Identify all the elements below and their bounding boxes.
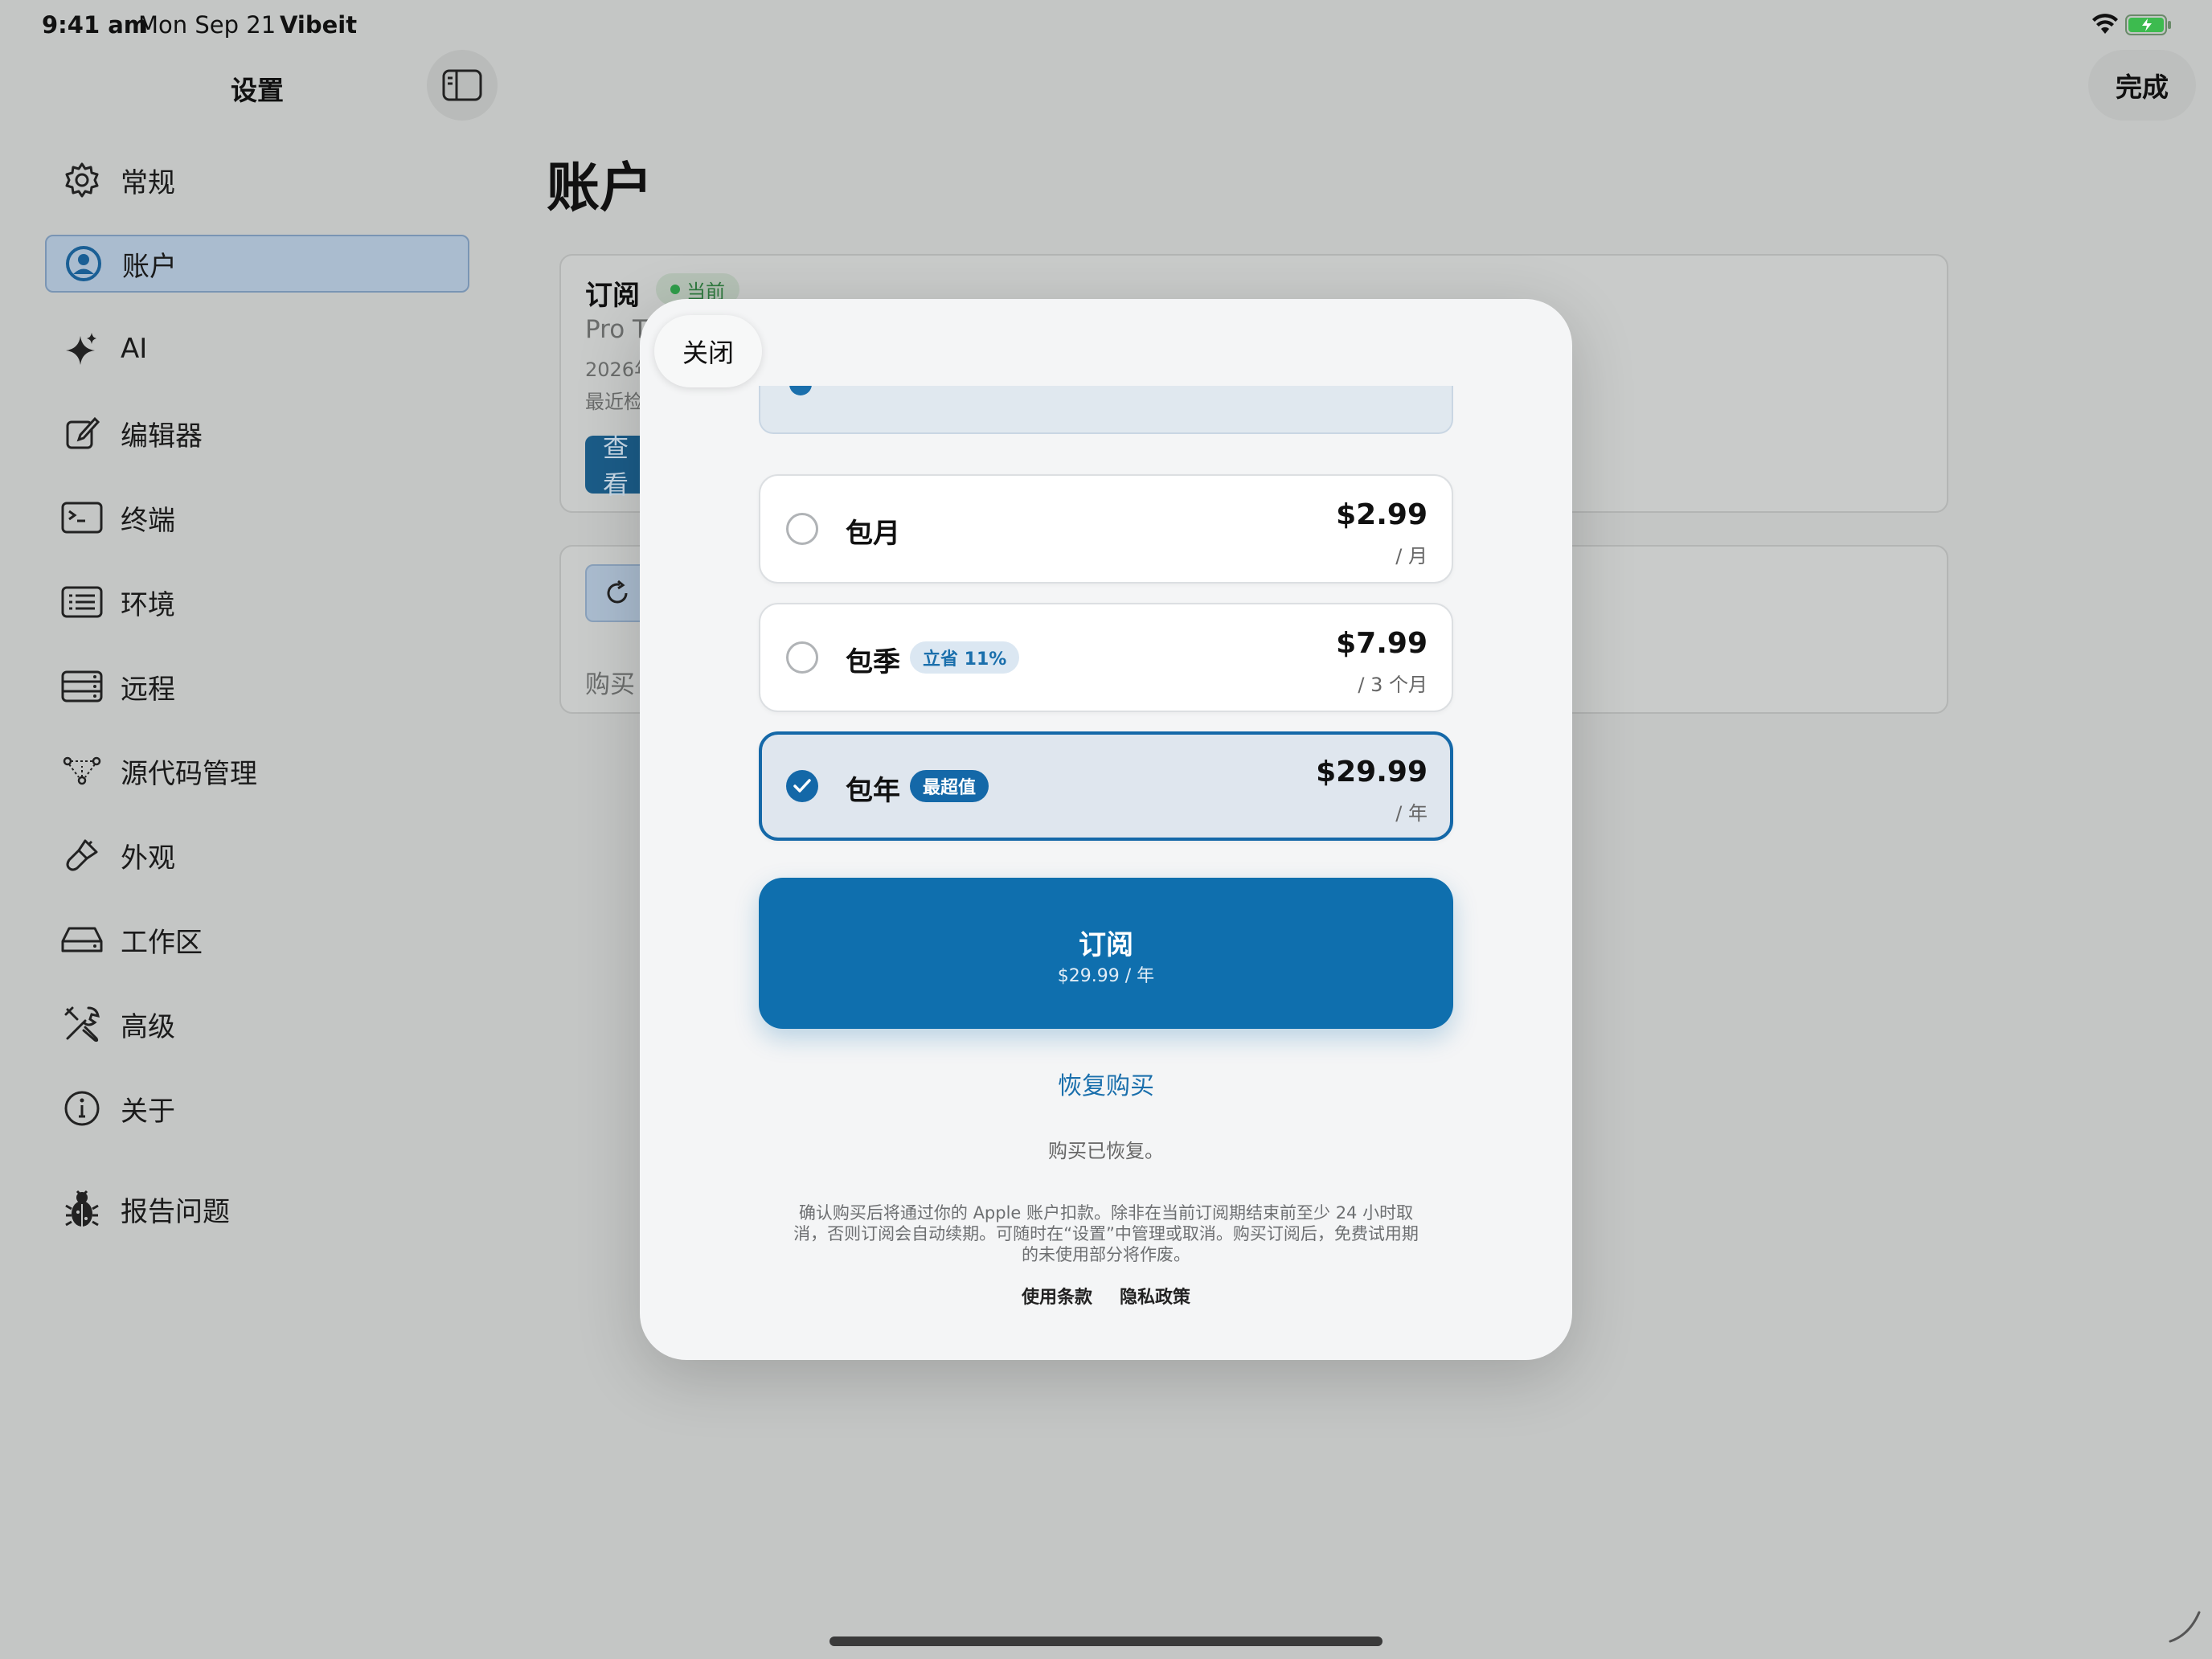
sidebar-item-terminal[interactable]: 终端 [45,489,469,547]
savings-badge: 立省 11% [910,641,1020,674]
page-title: 账户 [547,157,653,219]
sidebar-item-source-control[interactable]: 源代码管理 [45,742,469,800]
subscribe-button-price: $29.99 / 年 [1057,966,1155,986]
sparkle-icon [61,328,103,370]
sidebar-item-label: 报告问题 [121,1195,230,1228]
plan-name: 包月 [846,518,900,550]
sidebar-item-general[interactable]: 常规 [45,151,469,209]
restore-purchases-link[interactable]: 恢复购买 [759,1066,1453,1101]
refresh-icon [607,580,628,604]
server-icon [61,666,103,707]
sidebar-item-account[interactable]: 账户 [45,235,469,293]
sidebar-item-label: 终端 [121,504,175,537]
plan-option-quarterly[interactable]: 包季 立省 11% $7.99 / 3 个月 [759,603,1453,712]
account-icon [63,243,104,285]
sidebar-item-label: 环境 [121,588,175,621]
sidebar-item-advanced[interactable]: 高级 [45,995,469,1053]
best-value-badge: 最超值 [910,770,989,802]
restore-status-message: 购买已恢复。 [1048,1140,1164,1162]
previous-option-card [759,386,1453,434]
sidebar-item-label: 源代码管理 [121,757,257,790]
subscribe-button[interactable]: 订阅 $29.99 / 年 [759,878,1453,1029]
sidebar-item-label: 编辑器 [121,420,203,453]
plan-price: $29.99 [1316,756,1428,789]
battery-icon [2125,14,2171,35]
list-icon [61,581,103,623]
radio-unchecked-icon [786,513,818,545]
plan-period: / 3 个月 [1358,674,1428,696]
sidebar-item-label: AI [121,333,148,365]
status-dot-icon [670,285,680,294]
gear-icon [61,159,103,201]
info-icon [61,1088,103,1129]
sidebar-item-about[interactable]: 关于 [45,1079,469,1137]
sidebar-item-ai[interactable]: AI [45,320,469,378]
sidebar-item-label: 常规 [121,166,175,199]
legal-disclaimer: 确认购买后将通过你的 Apple 账户扣款。除非在当前订阅期结束前至少 24 小… [793,1203,1419,1264]
status-time: 9:41 am [42,11,149,39]
plan-price: $7.99 [1336,627,1428,660]
sidebar-item-report-issue[interactable]: 报告问题 [45,1180,469,1238]
sidebar-item-label: 高级 [121,1010,175,1043]
sidebar-item-label: 账户 [122,250,177,283]
subscription-card-title: 订阅 [585,280,640,312]
sidebar-item-remote[interactable]: 远程 [45,657,469,715]
sidebar-item-workspace[interactable]: 工作区 [45,911,469,969]
plan-option-yearly[interactable]: 包年 最超值 $29.99 / 年 [759,731,1453,841]
privacy-policy-link[interactable]: 隐私政策 [1120,1283,1190,1309]
sidebar-item-label: 外观 [121,842,175,875]
radio-checked-icon [786,770,818,802]
drive-icon [61,919,103,961]
brush-icon [61,834,103,876]
terms-of-use-link[interactable]: 使用条款 [1022,1283,1092,1309]
plan-period: / 年 [1395,802,1428,825]
bug-icon [61,1188,103,1230]
sidebar-title: 设置 [231,75,284,106]
pencil-corner-icon [2169,1611,2201,1643]
sidebar-item-environment[interactable]: 环境 [45,573,469,631]
plan-name: 包年 [846,775,900,807]
edit-icon [61,412,103,454]
plan-name-text: Pro T [585,315,648,344]
sidebar-item-label: 工作区 [121,926,203,959]
legal-links: 使用条款 隐私政策 [759,1283,1453,1309]
sidebar-item-editor[interactable]: 编辑器 [45,404,469,462]
purchase-text: 购买 [585,670,635,699]
status-date: Mon Sep 21 [138,11,276,39]
sidebar-item-label: 关于 [121,1095,175,1128]
status-app-name: Vibeit [280,11,358,39]
terminal-icon [61,497,103,539]
sidebar-icon [442,69,482,101]
last-checked-text: 最近检 [585,391,643,413]
plan-period: / 月 [1395,545,1428,567]
plan-price: $2.99 [1336,498,1428,531]
close-button[interactable]: 关闭 [654,315,762,387]
wifi-icon [2092,14,2118,34]
subscribe-button-label: 订阅 [1079,929,1133,961]
branch-icon [61,750,103,792]
home-indicator [830,1636,1382,1646]
sidebar-toggle-button[interactable] [427,50,498,121]
sidebar-item-label: 远程 [121,673,175,706]
sidebar-item-appearance[interactable]: 外观 [45,826,469,884]
done-button[interactable]: 完成 [2088,50,2196,121]
plan-name: 包季 [846,646,900,678]
radio-unchecked-icon [786,641,818,674]
plan-option-monthly[interactable]: 包月 $2.99 / 月 [759,474,1453,584]
radio-checked-icon [789,386,812,395]
tools-icon [61,1003,103,1045]
